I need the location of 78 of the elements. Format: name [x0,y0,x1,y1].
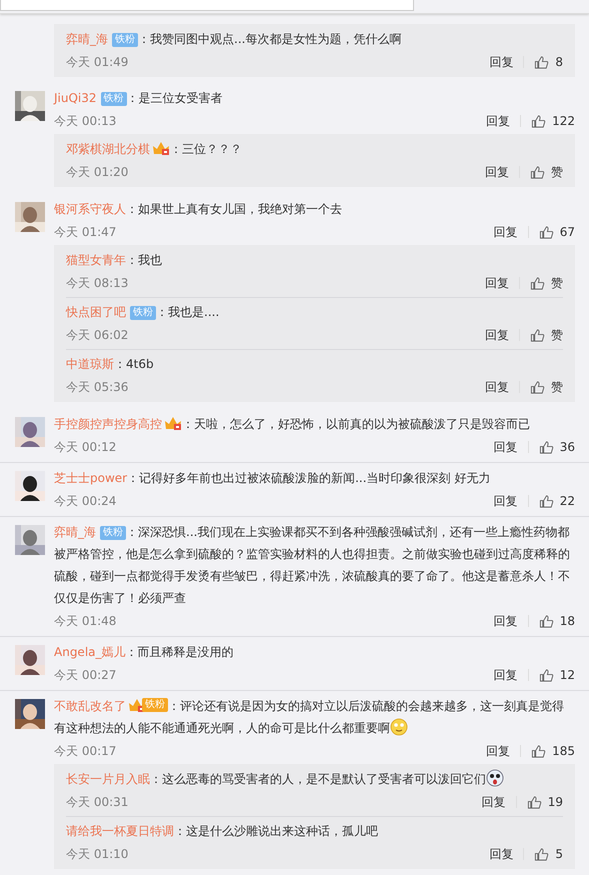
like-button[interactable]: 8 [534,51,563,73]
fan-badge: 铁粉 [130,306,156,320]
timestamp: 今天 08:13 [66,275,130,292]
like-button[interactable]: 19 [526,791,563,813]
like-icon[interactable] [538,614,554,628]
like-icon[interactable] [530,380,545,394]
timestamp: 今天 06:02 [66,327,130,344]
like-button[interactable]: 12 [538,664,575,686]
reply-button[interactable]: 回复 [489,51,514,73]
like-icon[interactable] [538,224,554,240]
vip-crown-icon [152,140,170,156]
comment-text: Angela_嫣儿：而且稀释是没用的 [54,644,235,661]
reply-button[interactable]: 回复 [494,664,518,686]
comment-text: 不敢乱改名了 铁粉 ：评论还有说是因为女的搞对立以后泼硫酸的会越来越多，这一刻真是觉得有这种想法的人能不能通通死光啊，人的命可是比什么都重要啊 [54,696,565,738]
text-field[interactable] [0,0,414,11]
reply-button[interactable]: 回复 [494,490,518,512]
like-icon[interactable] [538,440,554,454]
like-button[interactable]: 赞 [530,161,563,183]
timestamp: 今天 01:49 [66,54,130,71]
comment-text: JiuQi32 铁粉 ：是三位女受害者 [54,90,224,108]
timestamp: 今天 00:31 [66,794,130,811]
like-icon[interactable] [534,846,550,862]
timestamp: 今天 00:24 [54,493,118,510]
timestamp: 今天 01:20 [66,164,130,181]
like-icon[interactable] [530,328,545,342]
like-button[interactable]: 67 [538,221,575,243]
comment-text: 猫型女青年：我也 [66,252,163,269]
like-button[interactable]: 赞 [530,272,563,294]
comment-text: 请给我一杯夏日特调：这是什么沙雕说出来这种话，孤儿吧 [66,823,379,840]
comment-text: 长安一片月入眠：这么恶毒的骂受害者的人，是不是默认了受害者可以泼回它们 [66,768,563,790]
reply-button[interactable]: 回复 [486,740,510,762]
reply-button[interactable]: 回复 [494,436,518,458]
reply-button[interactable]: 回复 [485,324,509,346]
timestamp: 今天 00:17 [54,743,118,760]
vip-crown-icon [164,415,182,431]
like-icon[interactable] [531,744,546,758]
like-button[interactable]: 122 [531,110,575,132]
timestamp: 今天 01:47 [54,224,118,241]
comment-text: 快点困了吧 铁粉 ：我也是.... [66,304,220,322]
like-button[interactable]: 36 [538,436,575,458]
like-button[interactable]: 赞 [530,376,563,398]
like-icon[interactable] [534,54,550,70]
fan-badge: 铁粉 [100,526,126,540]
like-button[interactable]: 赞 [530,324,563,346]
comment-text: 银河系守夜人：如果世上真有女儿国，我绝对第一个去 [54,201,343,218]
reply-button[interactable]: 回复 [485,376,509,398]
like-icon[interactable] [530,164,545,180]
reply-button[interactable]: 回复 [494,610,518,632]
timestamp: 今天 05:36 [66,379,130,396]
fan-badge: 铁粉 [142,698,168,712]
comment-text: 弈晴_海 铁粉 ：我赞同图中观点...每次都是女性为题，凭什么啊 [66,31,402,49]
reply-button[interactable]: 回复 [486,110,510,132]
timestamp: 今天 01:10 [66,846,130,863]
like-button[interactable]: 18 [538,610,575,632]
like-button[interactable]: 22 [538,490,575,512]
timestamp: 今天 00:12 [54,439,118,456]
timestamp: 今天 00:27 [54,667,118,684]
reply-button[interactable]: 回复 [485,161,509,183]
like-icon[interactable] [530,276,545,290]
like-button[interactable]: 185 [531,740,575,762]
comment-text: 中道琼斯：4t6b [66,356,155,373]
fan-badge: 铁粉 [100,92,127,106]
fan-badge: 铁粉 [112,33,138,47]
comment-text: 手控颜控声控身高控 ：天啦，怎么了，好恐怖，以前真的以为被硫酸泼了只是毁容而已 [54,414,531,433]
like-icon[interactable] [526,794,542,810]
like-icon[interactable] [538,668,554,682]
like-icon[interactable] [531,114,546,128]
reply-button[interactable]: 回复 [482,791,506,813]
reply-button[interactable]: 回复 [494,221,518,243]
comment-text: 邓紫棋湖北分棋 ：三位？？？ [66,139,243,158]
comment-text: 弈晴_海 铁粉 ：深深恐惧...我们现在上实验课都买不到各种强酸强碱试剂，还有一些上瘾性药物都被严格管控，他是怎么拿到硫酸的？监管实验材料的人也得担责。之前做实验也碰到过高度稀释的硫酸，碰到一点都觉得手发烫有些皱巴，得赶紧冲洗，浓硫酸真的要了命了。他这是蓄意杀人！不仅仅是伤害了！必须严查 [54,524,571,607]
like-icon[interactable] [538,494,554,508]
timestamp: 今天 00:13 [54,113,118,130]
reply-button[interactable]: 回复 [485,272,509,294]
like-button[interactable]: 5 [534,843,563,865]
reply-button[interactable]: 回复 [489,843,514,865]
timestamp: 今天 01:48 [54,613,118,630]
comment-text: 芝士士power：记得好多年前也出过被浓硫酸泼脸的新闻...当时印象很深刻 好无力 [54,470,492,487]
